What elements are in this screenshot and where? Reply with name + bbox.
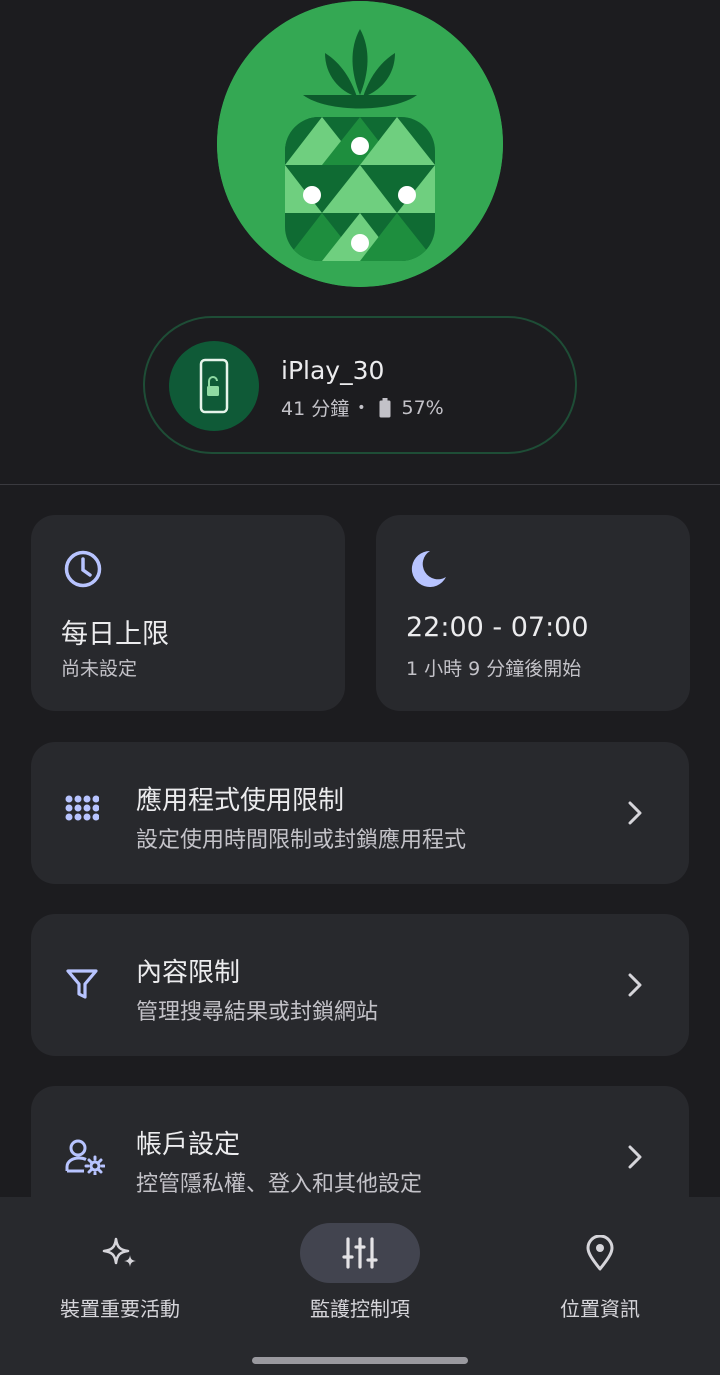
nav-location[interactable]: 位置資訊 xyxy=(480,1223,720,1323)
pineapple-avatar xyxy=(217,1,503,287)
bedtime-schedule: 22:00 - 07:00 xyxy=(406,612,589,643)
nav-location-label: 位置資訊 xyxy=(560,1297,640,1321)
daily-limit-title: 每日上限 xyxy=(61,619,169,650)
chevron-right-icon xyxy=(628,1145,642,1169)
pineapple-icon xyxy=(217,1,503,287)
bedtime-countdown: 1 小時 9 分鐘後開始 xyxy=(406,658,582,680)
content-restrictions-row[interactable]: 內容限制 管理搜尋結果或封鎖網站 xyxy=(31,914,689,1056)
tune-icon xyxy=(342,1237,378,1269)
daily-limit-status: 尚未設定 xyxy=(61,658,138,680)
account-settings-title: 帳戶設定 xyxy=(136,1130,241,1160)
location-pin-icon xyxy=(586,1235,614,1271)
nav-controls-pill xyxy=(300,1223,420,1283)
app-limits-row[interactable]: 應用程式使用限制 設定使用時間限制或封鎖應用程式 xyxy=(31,742,689,884)
daily-limit-card[interactable]: 每日上限 尚未設定 xyxy=(31,515,345,711)
device-name: iPlay_30 xyxy=(281,356,385,385)
divider xyxy=(0,484,720,485)
home-indicator[interactable] xyxy=(252,1357,468,1364)
nav-controls[interactable]: 監護控制項 xyxy=(240,1223,480,1323)
nav-highlights[interactable]: 裝置重要活動 xyxy=(0,1223,240,1323)
device-chip[interactable]: iPlay_30 41 分鐘 • 57% xyxy=(143,316,577,454)
nav-location-pill xyxy=(540,1223,660,1283)
device-status: 41 分鐘 • 57% xyxy=(281,394,444,421)
account-settings-subtitle: 控管隱私權、登入和其他設定 xyxy=(136,1172,423,1197)
moon-icon xyxy=(411,550,446,587)
nav-highlights-pill xyxy=(60,1223,180,1283)
nav-highlights-label: 裝置重要活動 xyxy=(60,1297,180,1321)
chevron-right-icon xyxy=(628,801,642,825)
filter-icon xyxy=(66,969,98,999)
clock-icon xyxy=(64,550,102,588)
separator-dot: • xyxy=(357,399,366,416)
nav-controls-label: 監護控制項 xyxy=(310,1297,410,1321)
sparkle-icon xyxy=(102,1237,136,1267)
apps-grid-icon xyxy=(65,795,99,821)
content-restrictions-title: 內容限制 xyxy=(136,958,241,988)
app-limits-subtitle: 設定使用時間限制或封鎖應用程式 xyxy=(136,828,467,853)
chevron-right-icon xyxy=(628,973,642,997)
app-limits-title: 應用程式使用限制 xyxy=(136,786,345,816)
tablet-unlocked-icon xyxy=(169,341,259,431)
battery-icon xyxy=(379,397,391,417)
account-settings-icon xyxy=(65,1139,105,1175)
content-restrictions-subtitle: 管理搜尋結果或封鎖網站 xyxy=(136,1000,379,1025)
screen-time-value: 41 分鐘 xyxy=(281,398,350,420)
bedtime-card[interactable]: 22:00 - 07:00 1 小時 9 分鐘後開始 xyxy=(376,515,690,711)
bottom-navigation: 裝置重要活動 監護控制項 位置資訊 xyxy=(0,1197,720,1375)
battery-percent: 57% xyxy=(401,396,444,419)
